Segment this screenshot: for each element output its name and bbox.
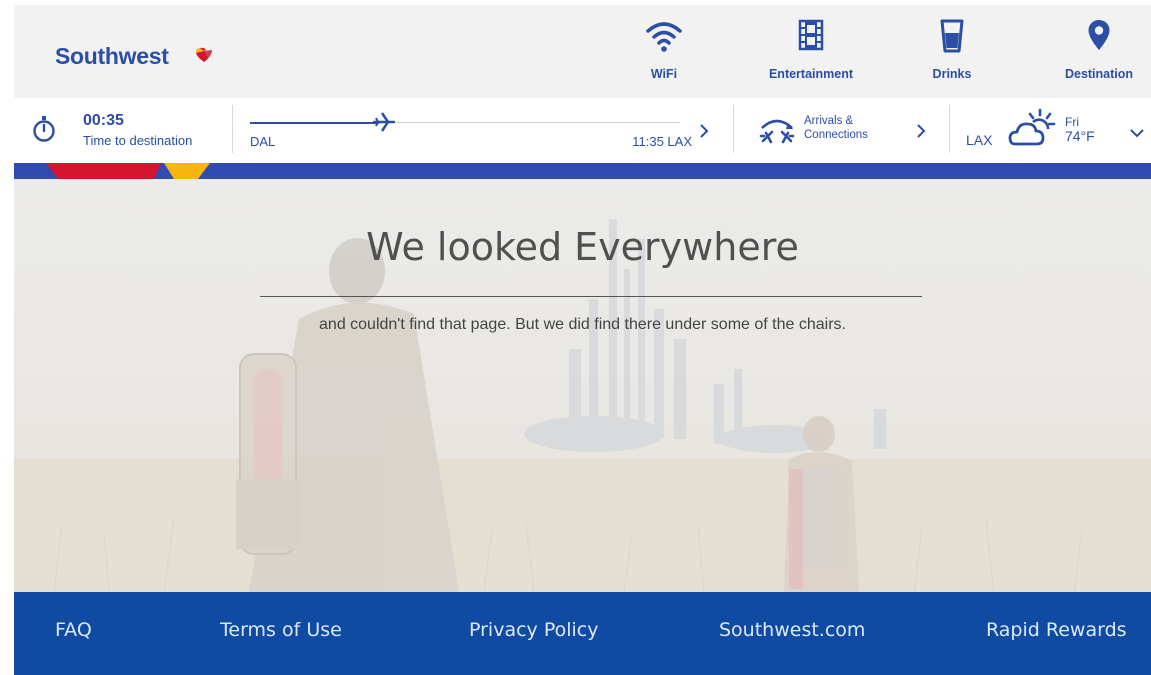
destination-weather[interactable]: LAX Fri 74°F <box>950 98 1151 163</box>
partly-cloudy-icon <box>1008 108 1056 146</box>
arrivals-connections-button[interactable]: Arrivals & Connections <box>744 98 944 163</box>
headline-divider <box>260 296 922 297</box>
brand-stripe <box>14 163 1151 179</box>
flight-progress: DAL 11:35 LAX <box>250 98 694 163</box>
footer-link-southwest-com[interactable]: Southwest.com <box>719 619 865 641</box>
error-hero: We looked Everywhere and couldn't find t… <box>14 179 1151 592</box>
nav-entertainment-label: Entertainment <box>768 67 854 81</box>
divider <box>232 105 233 153</box>
footer-link-faq[interactable]: FAQ <box>55 619 92 641</box>
flight-info-bar: 00:35 Time to destination DAL 11:35 LAX <box>14 98 1151 163</box>
weather-city: LAX <box>966 132 993 148</box>
wifi-icon <box>646 22 682 52</box>
app-frame: Southwest WiFi Entertainment Drinks Dest… <box>14 5 1151 675</box>
location-pin-icon <box>1088 20 1110 50</box>
weather-temperature: 74°F <box>1065 128 1095 144</box>
arrivals-connections-icon <box>759 119 795 144</box>
origin-airport: DAL <box>250 134 276 149</box>
southwest-logo[interactable]: Southwest <box>55 43 212 70</box>
time-to-destination-label: Time to destination <box>83 133 193 148</box>
film-icon <box>798 19 824 51</box>
nav-wifi-label: WiFi <box>650 67 678 81</box>
footer-link-privacy-policy[interactable]: Privacy Policy <box>469 619 598 641</box>
footer-link-rapid-rewards[interactable]: Rapid Rewards <box>986 619 1127 641</box>
weather-day: Fri <box>1065 115 1079 129</box>
footer-link-terms-of-use[interactable]: Terms of Use <box>220 619 342 641</box>
error-message: and couldn't find that page. But we did … <box>319 316 846 333</box>
nav-drinks-label: Drinks <box>932 67 972 81</box>
error-headline: We looked Everywhere <box>366 225 799 269</box>
footer: FAQ Terms of Use Privacy Policy Southwes… <box>14 592 1151 675</box>
top-navigation: Southwest WiFi Entertainment Drinks Dest… <box>14 5 1151 98</box>
nav-destination[interactable]: Destination <box>1054 5 1144 98</box>
nav-entertainment[interactable]: Entertainment <box>761 5 861 98</box>
chevron-right-icon <box>917 124 926 138</box>
arrival-time: 11:35 LAX <box>632 134 692 149</box>
time-remaining: 00:35 <box>83 112 124 129</box>
nav-wifi[interactable]: WiFi <box>634 5 694 98</box>
nav-destination-label: Destination <box>1064 67 1134 81</box>
logo-wordmark: Southwest <box>55 43 169 69</box>
chevron-down-icon[interactable] <box>1130 128 1144 138</box>
arrivals-connections-label: Arrivals & Connections <box>804 115 868 141</box>
cup-icon <box>940 19 964 53</box>
chevron-right-icon[interactable] <box>699 124 709 138</box>
stopwatch-icon <box>33 116 55 142</box>
progress-remaining-line <box>379 122 680 123</box>
nav-drinks[interactable]: Drinks <box>922 5 982 98</box>
airplane-icon <box>373 112 395 132</box>
heart-logo-icon <box>196 47 212 62</box>
brand-stripe-graphic <box>46 163 210 179</box>
progress-flown-line <box>250 122 379 124</box>
divider <box>733 105 734 153</box>
